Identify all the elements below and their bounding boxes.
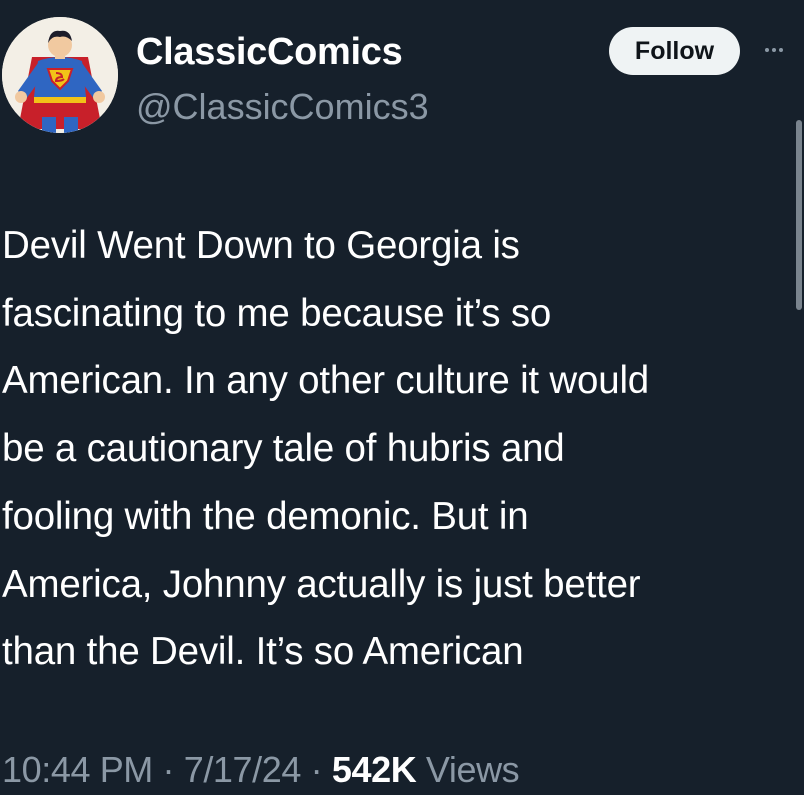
- meta-separator: ·: [310, 749, 323, 790]
- more-dot: [779, 48, 783, 52]
- more-dot: [772, 48, 776, 52]
- meta-separator: ·: [162, 749, 175, 790]
- views-count: 542K: [331, 749, 417, 790]
- display-name[interactable]: ClassicComics: [136, 30, 403, 74]
- tweet-meta: 10:44 PM · 7/17/24 · 542K Views: [2, 745, 520, 795]
- superman-avatar-icon: [2, 17, 118, 133]
- views-label: Views: [425, 749, 520, 790]
- tweet-line: Devil Went Down to Georgia is: [2, 224, 520, 267]
- scrollbar[interactable]: [796, 120, 802, 310]
- tweet-line: fascinating to me because it’s so: [2, 291, 552, 335]
- tweet-line: American. In any other culture it would: [2, 359, 650, 403]
- more-options-icon[interactable]: [758, 38, 790, 62]
- tweet-text: Devil Went Down to Georgia is fascinatin…: [2, 212, 792, 686]
- tweet-line: be a cautionary tale of hubris and: [2, 427, 565, 471]
- avatar[interactable]: [2, 17, 118, 133]
- account-handle[interactable]: @ClassicComics3: [136, 86, 429, 128]
- tweet-line: fooling with the demonic. But in: [2, 494, 529, 538]
- tweet-line: than the Devil. It’s so American: [2, 630, 524, 674]
- tweet-line: America, Johnny actually is just better: [2, 562, 641, 606]
- more-dot: [765, 48, 769, 52]
- tweet-time[interactable]: 10:44 PM: [2, 749, 153, 790]
- follow-button[interactable]: Follow: [609, 27, 740, 75]
- tweet-date[interactable]: 7/17/24: [184, 749, 302, 790]
- tweet-header: ClassicComics @ClassicComics3 Follow: [0, 0, 804, 150]
